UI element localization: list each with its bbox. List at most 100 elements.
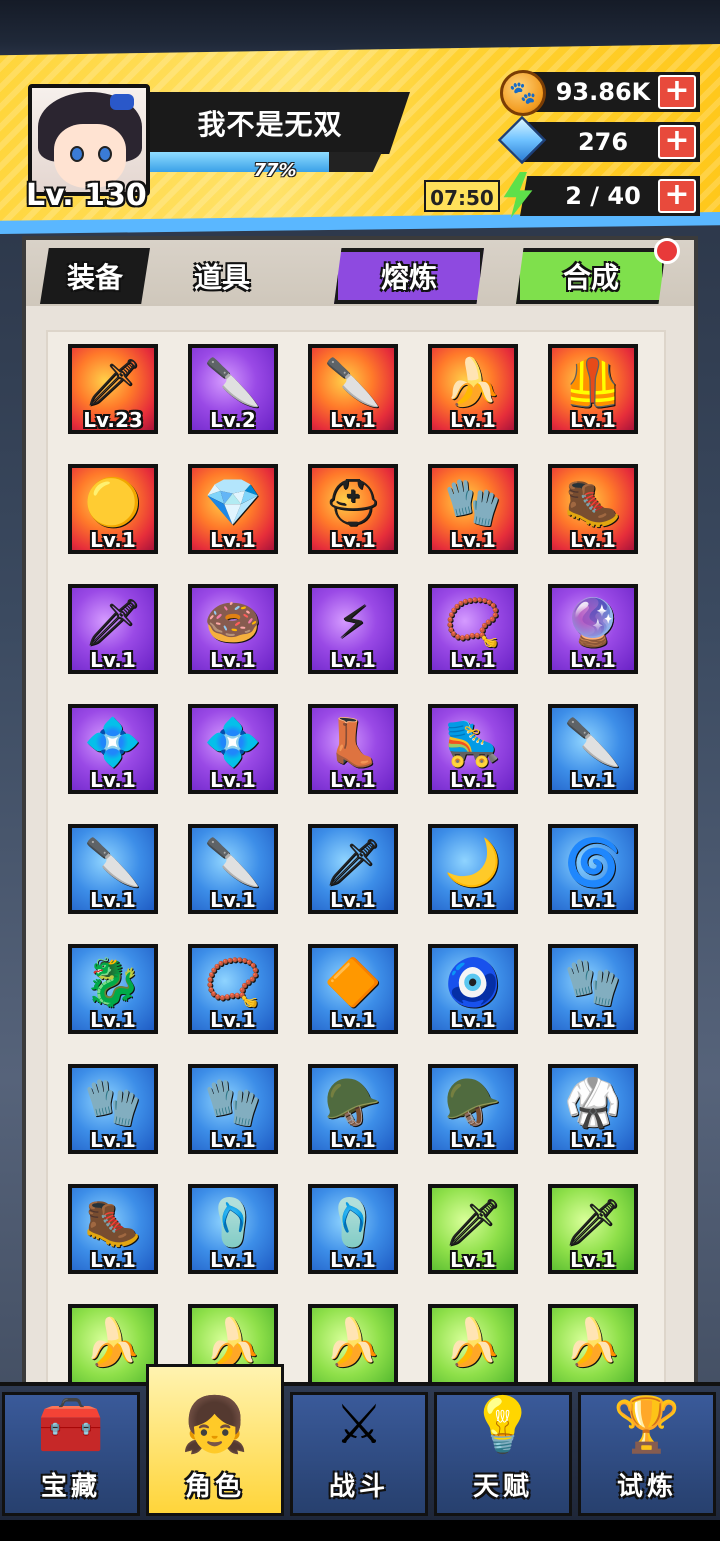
item-level: Lv.1 <box>570 648 616 672</box>
inventory-item[interactable]: 📿 Lv.1 <box>428 584 518 674</box>
item-icon: 💠 <box>84 715 142 769</box>
inventory-item[interactable]: 🥋 Lv.1 <box>548 1064 638 1154</box>
nav-label: 战斗 <box>328 1472 389 1502</box>
item-level: Lv.1 <box>570 1008 616 1032</box>
inventory-item[interactable]: 👢 Lv.1 <box>308 704 398 794</box>
inventory-item[interactable]: 🧤 Lv.1 <box>188 1064 278 1154</box>
inventory-item[interactable]: 💠 Lv.1 <box>68 704 158 794</box>
item-level: Lv.1 <box>210 1128 256 1152</box>
talent-icon: 💡 <box>469 1393 537 1456</box>
item-level: Lv.1 <box>90 648 136 672</box>
item-icon: 🍩 <box>204 595 262 649</box>
inventory-item[interactable]: 🧤 Lv.1 <box>548 944 638 1034</box>
nav-label: 角色 <box>184 1472 245 1502</box>
notification-dot <box>654 238 680 264</box>
item-icon: 🥾 <box>84 1195 142 1249</box>
nav-talent-button[interactable]: 💡 天赋 <box>434 1392 572 1516</box>
item-icon: 🗡 <box>83 355 143 409</box>
item-icon: 🪖 <box>324 1075 382 1129</box>
inventory-item[interactable]: 🔪 Lv.2 <box>188 344 278 434</box>
inventory-item[interactable]: 🔶 Lv.1 <box>308 944 398 1034</box>
system-bar <box>0 1520 720 1541</box>
inventory-item[interactable]: ⛑ Lv.1 <box>308 464 398 554</box>
item-level: Lv.1 <box>570 888 616 912</box>
item-icon: 🔮 <box>564 595 622 649</box>
tab-equipment[interactable]: 装备 <box>40 248 150 304</box>
add-coins-button[interactable]: + <box>658 75 696 109</box>
nav-battle-button[interactable]: ⚔ 战斗 <box>290 1392 428 1516</box>
inventory-item[interactable]: 📿 Lv.1 <box>188 944 278 1034</box>
inventory-item[interactable]: 🍌 <box>428 1304 518 1388</box>
inventory-item[interactable]: ⚡ Lv.1 <box>308 584 398 674</box>
avatar-bow <box>110 94 134 110</box>
inventory-item[interactable]: 🌀 Lv.1 <box>548 824 638 914</box>
inventory-item[interactable]: 🔪 Lv.1 <box>548 704 638 794</box>
item-level: Lv.1 <box>570 1128 616 1152</box>
item-level: Lv.1 <box>330 768 376 792</box>
item-icon: 🔪 <box>204 355 262 409</box>
item-icon: 🦺 <box>564 355 622 409</box>
inventory-item[interactable]: 🩴 Lv.1 <box>308 1184 398 1274</box>
inventory-item[interactable]: 🥾 Lv.1 <box>68 1184 158 1274</box>
inventory-item[interactable]: 🩴 Lv.1 <box>188 1184 278 1274</box>
inventory-item[interactable]: 🍌 <box>68 1304 158 1388</box>
item-icon: 👢 <box>324 715 382 769</box>
inventory-item[interactable]: 🗡 Lv.1 <box>68 584 158 674</box>
inventory-item[interactable]: 🧿 Lv.1 <box>428 944 518 1034</box>
inventory-item[interactable]: 🍩 Lv.1 <box>188 584 278 674</box>
item-icon: 🔪 <box>204 835 262 889</box>
nav-trial-button[interactable]: 🏆 试炼 <box>578 1392 716 1516</box>
item-level: Lv.1 <box>450 888 496 912</box>
inventory-item[interactable]: 🗡 Lv.1 <box>548 1184 638 1274</box>
inventory-item[interactable]: 🍌 <box>548 1304 638 1388</box>
nav-treasure-button[interactable]: 🧰 宝藏 <box>2 1392 140 1516</box>
inventory-item[interactable]: 🧤 Lv.1 <box>68 1064 158 1154</box>
item-icon: 🍌 <box>444 355 502 409</box>
item-level: Lv.1 <box>90 768 136 792</box>
item-icon: 🧤 <box>84 1075 142 1129</box>
inventory-item[interactable]: 🍌 Lv.1 <box>428 344 518 434</box>
coin-value: 93.86K <box>555 78 651 106</box>
inventory-item[interactable]: 🍌 <box>308 1304 398 1388</box>
inventory-item[interactable]: 🪖 Lv.1 <box>308 1064 398 1154</box>
tab-items[interactable]: 道具 <box>172 248 272 304</box>
item-level: Lv.1 <box>90 1008 136 1032</box>
inventory-item[interactable]: 🪖 Lv.1 <box>428 1064 518 1154</box>
merge-button[interactable]: 合成 <box>516 248 666 304</box>
smelt-button[interactable]: 熔炼 <box>334 248 484 304</box>
item-level: Lv.1 <box>330 528 376 552</box>
item-level: Lv.1 <box>330 1248 376 1272</box>
inventory-item[interactable]: 🗡 Lv.23 <box>68 344 158 434</box>
item-level: Lv.1 <box>450 768 496 792</box>
item-icon: 🔪 <box>84 835 142 889</box>
inventory-item[interactable]: 🔪 Lv.1 <box>68 824 158 914</box>
nav-character-button[interactable]: 👧 角色 <box>146 1364 284 1516</box>
inventory-item[interactable]: 🗡 Lv.1 <box>428 1184 518 1274</box>
inventory-item[interactable]: 🥾 Lv.1 <box>548 464 638 554</box>
item-icon: 🛼 <box>444 715 502 769</box>
inventory-item[interactable]: 🦺 Lv.1 <box>548 344 638 434</box>
item-icon: 🍌 <box>324 1315 382 1369</box>
inventory-item[interactable]: 🔪 Lv.1 <box>308 344 398 434</box>
item-level: Lv.1 <box>570 1248 616 1272</box>
inventory-item[interactable]: 🔪 Lv.1 <box>188 824 278 914</box>
inventory-item[interactable]: 🧤 Lv.1 <box>428 464 518 554</box>
item-level: Lv.23 <box>83 408 143 432</box>
inventory-item[interactable]: 💠 Lv.1 <box>188 704 278 794</box>
item-icon: 🟡 <box>84 475 142 529</box>
item-level: Lv.1 <box>570 408 616 432</box>
inventory-item[interactable]: 🗡 Lv.1 <box>308 824 398 914</box>
inventory-item[interactable]: 🛼 Lv.1 <box>428 704 518 794</box>
item-level: Lv.1 <box>570 528 616 552</box>
item-icon: 🔪 <box>324 355 382 409</box>
inventory-item[interactable]: 🔮 Lv.1 <box>548 584 638 674</box>
item-level: Lv.1 <box>450 1128 496 1152</box>
avatar-eye-right <box>98 146 112 162</box>
inventory-item[interactable]: 💎 Lv.1 <box>188 464 278 554</box>
inventory-item[interactable]: 🌙 Lv.1 <box>428 824 518 914</box>
inventory-item[interactable]: 🐉 Lv.1 <box>68 944 158 1034</box>
add-gems-button[interactable]: + <box>658 125 696 159</box>
inventory-item[interactable]: 🟡 Lv.1 <box>68 464 158 554</box>
add-energy-button[interactable]: + <box>658 179 696 213</box>
energy-value: 2 / 40 <box>565 182 641 210</box>
